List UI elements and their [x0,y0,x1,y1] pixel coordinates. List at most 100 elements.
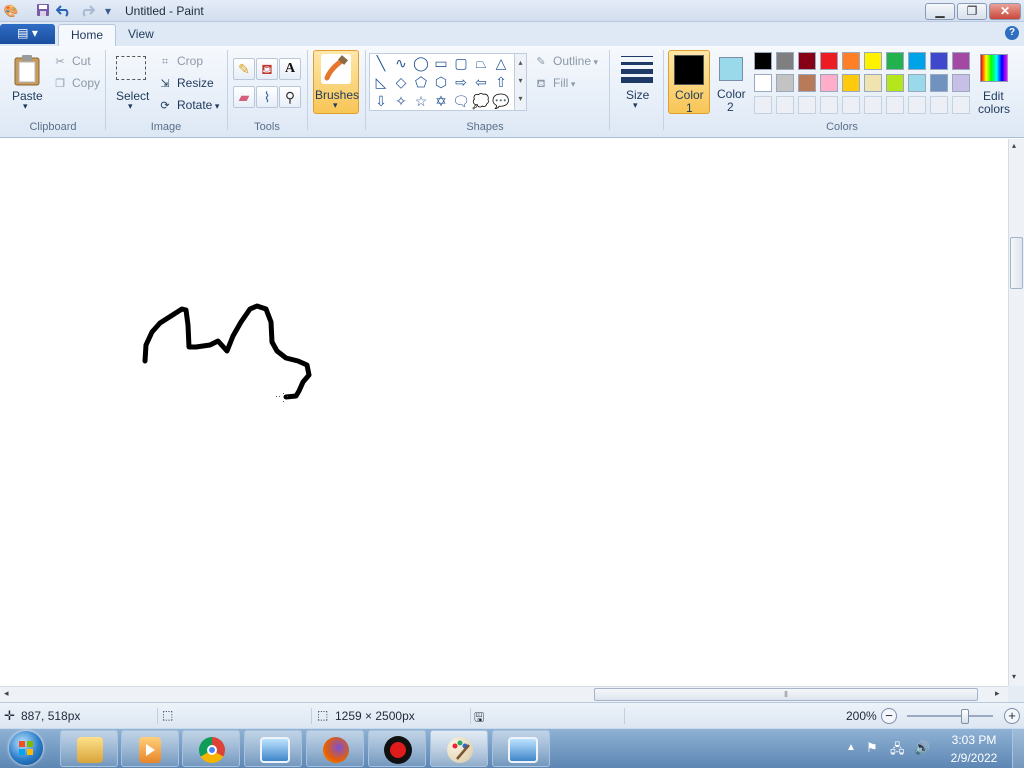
horizontal-scrollbar[interactable]: ◂ ⦀ ▸ [0,686,1008,702]
custom-color-slot[interactable] [864,96,882,114]
eraser-icon[interactable]: ▰ [233,86,255,108]
text-icon[interactable]: A [279,58,301,80]
taskbar-paint[interactable] [430,730,488,767]
edit-colors-button[interactable]: Edit colors [975,52,1015,116]
size-button[interactable]: Size ▾ [617,52,657,114]
color-swatch[interactable] [930,74,948,92]
color2-button[interactable]: Color 2 [712,52,752,114]
rotate-button[interactable]: ⟳ Rotate ▾ [157,98,219,113]
zoom-slider-thumb[interactable] [960,709,969,724]
magnifier-icon[interactable]: ⚲ [279,86,301,108]
shape-item[interactable]: ☆ [411,92,431,111]
custom-color-slot[interactable] [886,96,904,114]
redo-icon[interactable] [79,3,96,19]
close-button[interactable]: ✕ [989,3,1021,20]
show-hidden-icons-icon[interactable]: ▲ [846,742,856,753]
color-swatch[interactable] [886,52,904,70]
crop-button[interactable]: ⌗ Crop [157,54,203,69]
custom-color-slot[interactable] [930,96,948,114]
custom-color-slot[interactable] [776,96,794,114]
customize-qat-icon[interactable]: ▾ [100,3,116,19]
horizontal-scroll-thumb[interactable]: ⦀ [594,688,978,701]
color-swatch[interactable] [886,74,904,92]
brushes-button[interactable]: Brushes ▾ [313,50,359,114]
fill-button[interactable]: ⛾ Fill ▾ [533,76,576,91]
scroll-up-icon[interactable]: ▴ [1012,141,1016,150]
cut-button[interactable]: ✂ Cut [52,54,90,69]
tab-view[interactable]: View [116,24,166,46]
scroll-left-icon[interactable]: ◂ [4,688,9,699]
save-icon[interactable] [35,3,51,19]
taskbar-media-player[interactable] [121,730,179,767]
shape-item[interactable]: △ [491,54,511,73]
shape-item[interactable]: ∿ [391,54,411,73]
custom-color-slot[interactable] [798,96,816,114]
shape-item[interactable]: ◺ [371,73,391,92]
file-menu-button[interactable]: ▤ ▾ [0,24,55,44]
color-swatch[interactable] [754,74,772,92]
color-swatch[interactable] [820,52,838,70]
shape-item[interactable]: ⇨ [451,73,471,92]
taskbar-screen-recorder[interactable] [368,730,426,767]
copy-button[interactable]: ❐ Copy [52,76,100,91]
shape-item[interactable]: ⬠ [411,73,431,92]
maximize-button[interactable]: ❐ [957,3,987,20]
shape-item[interactable]: ✧ [391,92,411,111]
taskbar-photo-viewer[interactable] [244,730,302,767]
color-swatch[interactable] [908,52,926,70]
undo-icon[interactable] [55,3,72,19]
fill-icon[interactable]: ⛾ [256,58,278,80]
color-swatch[interactable] [930,52,948,70]
shape-item[interactable]: 💬 [491,92,511,111]
color-swatch[interactable] [820,74,838,92]
show-desktop-button[interactable] [1012,729,1024,768]
custom-color-slot[interactable] [820,96,838,114]
minimize-button[interactable]: ▁ [925,3,955,20]
taskbar-file-explorer[interactable] [60,730,118,767]
action-center-icon[interactable]: ⚑ [866,740,878,756]
color-swatch[interactable] [864,74,882,92]
scroll-right-icon[interactable]: ▸ [995,688,1000,699]
color-swatch[interactable] [798,52,816,70]
shape-item[interactable]: ⇦ [471,73,491,92]
clock-time[interactable]: 3:03 PM [944,733,1004,747]
shape-item[interactable]: ◯ [411,54,431,73]
volume-icon[interactable]: 🔊 [914,740,930,756]
zoom-in-button[interactable]: + [1004,708,1020,724]
color-picker-icon[interactable]: ⌇ [256,86,278,108]
shapes-scroll[interactable]: ▴ ▾ ▾ [514,54,526,110]
vertical-scroll-thumb[interactable] [1010,237,1023,289]
clock-date[interactable]: 2/9/2022 [944,751,1004,765]
color-swatch[interactable] [842,74,860,92]
shape-item[interactable]: ▢ [451,54,471,73]
vertical-scrollbar[interactable]: ▴ ▾ [1008,139,1024,686]
taskbar-photo-viewer-2[interactable] [492,730,550,767]
shape-item[interactable]: 💭 [471,92,491,111]
color-swatch[interactable] [798,74,816,92]
zoom-slider[interactable] [907,715,993,717]
shape-item[interactable]: ⇧ [491,73,511,92]
shape-item[interactable]: ◇ [391,73,411,92]
shape-item[interactable]: ▭ [431,54,451,73]
paste-button[interactable]: Paste ▾ [9,52,45,116]
taskbar-chrome[interactable] [182,730,240,767]
custom-color-slot[interactable] [842,96,860,114]
tab-home[interactable]: Home [58,24,117,46]
help-icon[interactable]: ? [1005,26,1019,40]
paint-app-icon[interactable]: 🎨 [3,3,19,19]
shape-item[interactable]: ✡ [431,92,451,111]
scroll-down-icon[interactable]: ▾ [1012,672,1016,681]
shape-item[interactable]: ⏢ [471,54,491,73]
custom-color-slot[interactable] [908,96,926,114]
color-swatch[interactable] [864,52,882,70]
taskbar-firefox[interactable] [306,730,364,767]
shape-item[interactable]: ⇩ [371,92,391,111]
color-swatch[interactable] [776,74,794,92]
network-icon[interactable]: 🖧 [890,740,905,762]
color-swatch[interactable] [754,52,772,70]
pencil-icon[interactable]: ✎ [233,58,255,80]
resize-button[interactable]: ⇲ Resize [157,76,213,91]
drawing-canvas[interactable] [0,139,1008,686]
zoom-out-button[interactable]: − [881,708,897,724]
color-swatch[interactable] [842,52,860,70]
